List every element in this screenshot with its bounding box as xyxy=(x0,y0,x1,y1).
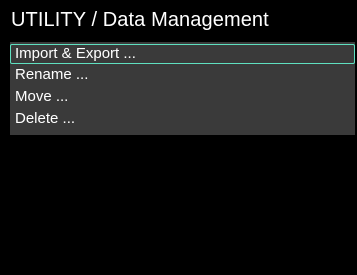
device-screen: UTILITY / Data Management Import & Expor… xyxy=(0,0,357,275)
menu-item-delete[interactable]: Delete ... xyxy=(10,109,355,129)
menu-item-move[interactable]: Move ... xyxy=(10,87,355,107)
menu-item-import-export[interactable]: Import & Export ... xyxy=(10,44,355,64)
page-title: UTILITY / Data Management xyxy=(11,9,269,31)
data-management-menu: Import & Export ... Rename ... Move ... … xyxy=(10,42,355,135)
menu-item-rename[interactable]: Rename ... xyxy=(10,65,355,85)
